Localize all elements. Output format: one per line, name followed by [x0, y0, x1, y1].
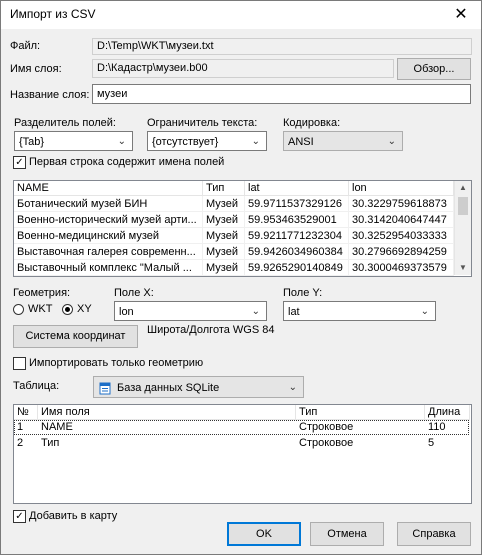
field-separator-select[interactable]: {Tab} ⌄ [14, 131, 133, 151]
table-cell: 30.3142040647447 [349, 212, 454, 228]
table-label: Таблица: [13, 380, 60, 392]
encoding-label: Кодировка: [283, 117, 341, 129]
table-row: Ботанический музей БИН [14, 196, 203, 212]
coordinate-system-button[interactable]: Система координат [13, 325, 138, 348]
import-csv-dialog: Импорт из CSV ✕ Файл: D:\Temp\WKT\музеи.… [0, 0, 482, 555]
y-field-select[interactable]: lat ⌄ [283, 301, 436, 321]
text-delimiter-label: Ограничитель текста: [147, 117, 258, 129]
fields-header-length[interactable]: Длина [425, 405, 470, 420]
encoding-select[interactable]: ANSI ⌄ [283, 131, 403, 151]
fields-header-number[interactable]: № [14, 405, 38, 420]
file-path-field: D:\Temp\WKT\музеи.txt [92, 38, 472, 55]
chevron-down-icon: ⌄ [251, 306, 260, 317]
text-delimiter-select[interactable]: {отсутствует} ⌄ [147, 131, 267, 151]
file-label: Файл: [10, 40, 41, 52]
preview-scrollbar[interactable]: ▲ ▼ [454, 181, 471, 275]
add-to-map-label: Добавить в карту [29, 510, 118, 522]
chevron-down-icon: ⌄ [387, 136, 396, 147]
table-cell: 1 [17, 421, 24, 433]
chevron-down-icon: ⌄ [288, 382, 297, 393]
y-field-label: Поле Y: [283, 287, 323, 299]
x-field-label: Поле X: [114, 287, 154, 299]
table-cell: Музей [203, 244, 245, 260]
preview-header-type[interactable]: Тип [203, 181, 245, 196]
cancel-button[interactable]: Отмена [310, 522, 384, 546]
add-to-map-checkbox[interactable]: ✓ [13, 510, 26, 523]
geometry-xy-label: XY [77, 303, 92, 315]
title-bar: Импорт из CSV ✕ [1, 1, 481, 29]
geometry-wkt-label: WKT [28, 303, 53, 315]
table-row: Выставочный комплекс "Малый ... [14, 260, 203, 276]
layer-label: Имя слоя: [10, 63, 62, 75]
geometry-only-checkbox[interactable] [13, 357, 26, 370]
scrollbar-thumb[interactable] [458, 197, 468, 215]
table-cell: 59.953463529001 [245, 212, 349, 228]
first-row-checkbox[interactable]: ✓ [13, 156, 26, 169]
table-cell: Музей [203, 196, 245, 212]
x-field-select[interactable]: lon ⌄ [114, 301, 267, 321]
table-cell: 30.3252954033333 [349, 228, 454, 244]
table-cell: Строковое [299, 437, 354, 449]
chevron-down-icon: ⌄ [251, 136, 260, 147]
browse-button[interactable]: Обзор... [397, 58, 471, 80]
table-type-value: База данных SQLite [117, 382, 220, 394]
first-row-label: Первая строка содержит имена полей [29, 156, 225, 168]
table-cell: 5 [428, 437, 435, 449]
field-separator-label: Разделитель полей: [14, 117, 116, 129]
preview-header-name[interactable]: NAME [14, 181, 203, 196]
preview-header-lon[interactable]: lon [349, 181, 454, 196]
text-delimiter-value: {отсутствует} [152, 136, 219, 148]
table-row: Военно-медицинский музей [14, 228, 203, 244]
ok-button[interactable]: OK [227, 522, 301, 546]
dialog-title: Импорт из CSV [10, 7, 96, 21]
table-cell: Музей [203, 228, 245, 244]
table-cell: 30.2796692894259 [349, 244, 454, 260]
geometry-only-label: Импортировать только геометрию [29, 357, 204, 369]
table-cell: Музей [203, 260, 245, 276]
scroll-down-icon[interactable]: ▼ [459, 263, 467, 272]
preview-header-lat[interactable]: lat [245, 181, 349, 196]
table-cell: 30.3229759618873 [349, 196, 454, 212]
database-icon [99, 381, 112, 395]
table-cell: 59.9211771232304 [245, 228, 349, 244]
encoding-value: ANSI [288, 136, 314, 148]
table-cell: NAME [41, 421, 73, 433]
table-cell: 30.3000469373579 [349, 260, 454, 276]
layer-name-input[interactable]: музеи [92, 84, 471, 104]
layer-name-label: Название слоя: [10, 89, 90, 101]
table-row: Военно-исторический музей арти... [14, 212, 203, 228]
help-button[interactable]: Справка [397, 522, 471, 546]
table-row[interactable]: 2 [14, 436, 38, 451]
geometry-label: Геометрия: [13, 287, 71, 299]
layer-path-field: D:\Кадастр\музеи.b00 [92, 59, 394, 78]
fields-header-name[interactable]: Имя поля [38, 405, 296, 420]
x-field-value: lon [119, 306, 134, 318]
table-cell: 59.9426034960384 [245, 244, 349, 260]
close-icon[interactable]: ✕ [441, 1, 481, 29]
fields-header-type[interactable]: Тип [296, 405, 425, 420]
table-row: Выставочная галерея современн... [14, 244, 203, 260]
fields-table[interactable]: № Имя поля Тип Длина 1 NAME Строковое 11… [13, 404, 472, 504]
chevron-down-icon: ⌄ [117, 136, 126, 147]
table-cell: 59.9265290140849 [245, 260, 349, 276]
table-cell: Строковое [299, 421, 354, 433]
chevron-down-icon: ⌄ [420, 306, 429, 317]
preview-table[interactable]: NAME Тип lat lon Ботанический музей БИН … [13, 180, 472, 277]
table-cell: 59.9711537329126 [245, 196, 349, 212]
field-separator-value: {Tab} [19, 136, 45, 148]
coordinate-system-value: Широта/Долгота WGS 84 [147, 324, 275, 336]
table-type-select[interactable]: База данных SQLite ⌄ [93, 376, 304, 398]
table-cell: Музей [203, 212, 245, 228]
table-cell: Тип [41, 437, 60, 449]
geometry-xy-radio[interactable] [62, 304, 73, 315]
y-field-value: lat [288, 306, 300, 318]
geometry-wkt-radio[interactable] [13, 304, 24, 315]
table-cell: 110 [428, 421, 446, 433]
scroll-up-icon[interactable]: ▲ [459, 183, 467, 192]
